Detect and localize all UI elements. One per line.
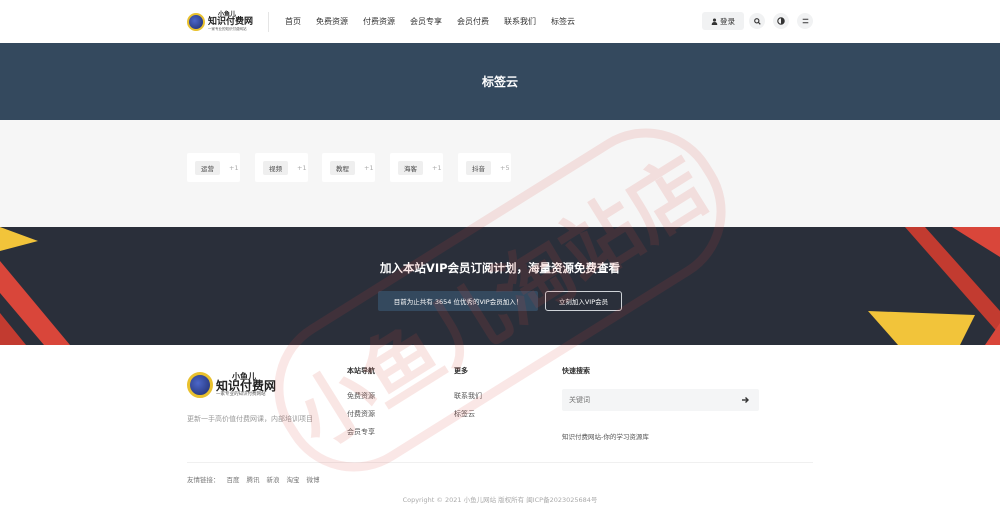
footer-description: 更新一手高价值付费网课，内部培训项目 — [187, 415, 313, 423]
tag-count: +1 — [364, 163, 374, 172]
friend-link[interactable]: 微博 — [307, 474, 320, 484]
tag-name: 运营 — [195, 160, 220, 175]
quick-search-title: 快速搜索 — [562, 367, 590, 375]
tag-cloud: 运营 +1 视频 +1 教程 +1 海客 +1 抖音 +5 — [0, 120, 1000, 227]
nav-item-tags[interactable]: 标签云 — [551, 16, 575, 27]
nav-item-vip-exclusive[interactable]: 会员专享 — [410, 16, 442, 27]
header-divider — [268, 12, 269, 32]
footer-logo-line3: 一家专业的知识付费网站 — [216, 392, 266, 398]
site-footer: 小鱼儿 知识付费网 一家专业的知识付费网站 更新一手高价值付费网课，内部培训项目… — [0, 345, 1000, 516]
tag-name: 抖音 — [466, 160, 491, 175]
logo-badge-icon — [187, 13, 205, 31]
tag-item[interactable]: 教程 +1 — [322, 153, 375, 182]
friend-link[interactable]: 百度 — [227, 474, 240, 484]
footer-more-title: 更多 — [454, 367, 468, 375]
menu-button[interactable] — [797, 13, 813, 29]
vip-member-count: 目前为止共有 3654 位优秀的VIP会员加入！ — [378, 291, 538, 311]
search-description: 知识付费网站-你的学习资源库 — [562, 433, 649, 441]
arrow-right-icon[interactable] — [739, 394, 751, 406]
footer-link-vip[interactable]: 会员专享 — [347, 427, 375, 437]
friend-link[interactable]: 腾讯 — [247, 474, 260, 484]
footer-logo[interactable]: 小鱼儿 知识付费网 一家专业的知识付费网站 — [187, 368, 282, 402]
login-button[interactable]: 登录 — [702, 12, 744, 30]
theme-toggle-button[interactable] — [773, 13, 789, 29]
footer-link-contact[interactable]: 联系我们 — [454, 391, 482, 401]
friend-links: 友情链接： 百度 腾讯 新浪 淘宝 微博 — [187, 474, 327, 484]
footer-search-input[interactable] — [562, 389, 759, 411]
footer-link-tags[interactable]: 标签云 — [454, 409, 475, 419]
vip-section: 加入本站VIP会员订阅计划，海量资源免费查看 目前为止共有 3654 位优秀的V… — [0, 227, 1000, 345]
nav-item-vip-pay[interactable]: 会员付费 — [457, 16, 489, 27]
login-label: 登录 — [720, 16, 735, 26]
tag-item[interactable]: 运营 +1 — [187, 153, 240, 182]
footer-logo-line2: 知识付费网 — [216, 379, 277, 394]
main-nav: 首页 免费资源 付费资源 会员专享 会员付费 联系我们 标签云 — [285, 0, 590, 43]
tag-count: +1 — [229, 163, 239, 172]
half-moon-icon — [777, 17, 785, 25]
tag-count: +5 — [500, 163, 510, 172]
site-logo[interactable]: 小鱼儿 知识付费网 一家专业的知识付费网站 — [187, 10, 253, 34]
footer-link-free[interactable]: 免费资源 — [347, 391, 375, 401]
page-banner: 标签云 — [0, 43, 1000, 120]
page-title: 标签云 — [481, 75, 518, 89]
user-icon — [711, 18, 718, 25]
friend-link[interactable]: 新浪 — [267, 474, 280, 484]
friend-links-label: 友情链接： — [187, 476, 220, 484]
logo-line2: 知识付费网 — [208, 17, 254, 28]
footer-nav-title: 本站导航 — [347, 367, 375, 375]
nav-item-paid[interactable]: 付费资源 — [363, 16, 395, 27]
tag-item[interactable]: 抖音 +5 — [458, 153, 511, 182]
vip-decoration — [0, 227, 1000, 345]
tag-name: 海客 — [398, 160, 423, 175]
nav-item-contact[interactable]: 联系我们 — [504, 16, 536, 27]
search-button[interactable] — [749, 13, 765, 29]
logo-line3: 一家专业的知识付费网站 — [208, 27, 247, 32]
tag-name: 教程 — [330, 160, 355, 175]
logo-badge-icon — [187, 372, 213, 398]
footer-link-paid[interactable]: 付费资源 — [347, 409, 375, 419]
site-header: 小鱼儿 知识付费网 一家专业的知识付费网站 首页 免费资源 付费资源 会员专享 … — [0, 0, 1000, 43]
tag-count: +1 — [297, 163, 307, 172]
tag-item[interactable]: 海客 +1 — [390, 153, 443, 182]
menu-icon — [802, 18, 808, 24]
nav-item-free[interactable]: 免费资源 — [316, 16, 348, 27]
tag-name: 视频 — [263, 160, 288, 175]
nav-item-home[interactable]: 首页 — [285, 16, 301, 27]
copyright: Copyright © 2021 小鱼儿网站 版权所有 闽ICP备2023025… — [402, 496, 598, 504]
tag-count: +1 — [432, 163, 442, 172]
friend-link[interactable]: 淘宝 — [287, 474, 300, 484]
tag-item[interactable]: 视频 +1 — [255, 153, 308, 182]
footer-divider — [187, 462, 813, 463]
vip-title: 加入本站VIP会员订阅计划，海量资源免费查看 — [379, 261, 621, 275]
join-vip-button[interactable]: 立刻加入VIP会员 — [545, 291, 622, 311]
search-icon — [753, 17, 761, 25]
